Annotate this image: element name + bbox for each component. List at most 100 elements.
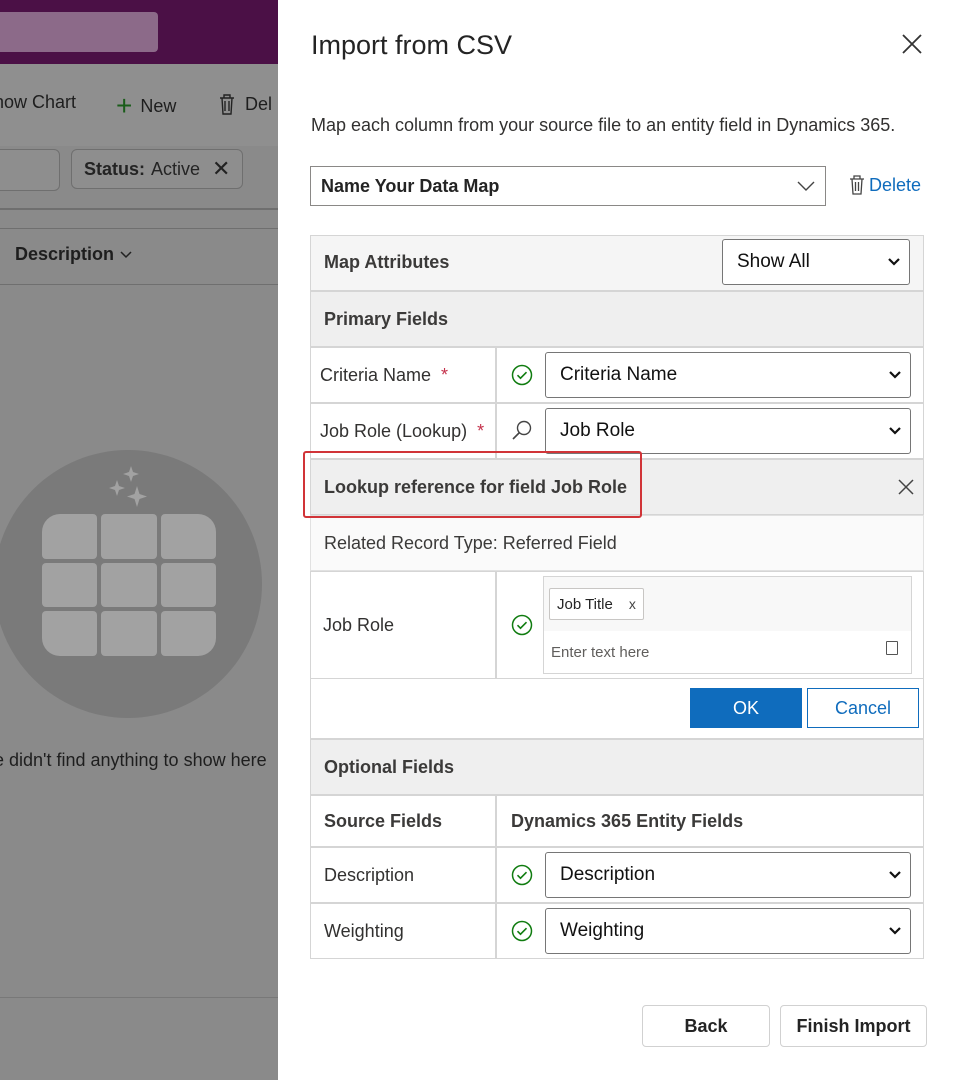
delete-toolbar-button: Del	[217, 92, 272, 116]
entity-fields-column: Dynamics 365 Entity Fields	[496, 795, 924, 847]
table-row: Weighting Weighting	[310, 903, 924, 959]
optional-fields-header: Optional Fields	[310, 739, 924, 795]
column-header-label: Description	[15, 244, 115, 264]
selected-tags-area: Job Title x	[544, 577, 911, 631]
panel-title: Import from CSV	[311, 30, 513, 60]
empty-state-text: e didn't find anything to show here	[0, 750, 267, 770]
target-field-select[interactable]: Description	[545, 852, 911, 898]
delete-toolbar-label: Del	[245, 93, 273, 114]
close-icon[interactable]	[897, 478, 915, 496]
entity-fields-label: Dynamics 365 Entity Fields	[511, 810, 744, 831]
status-filter-label: Status:	[84, 158, 146, 179]
lookup-reference-header: Lookup reference for field Job Role	[310, 459, 924, 515]
source-field-label: Description	[324, 864, 415, 885]
check-circle-icon	[511, 364, 533, 386]
grid-icon	[42, 514, 216, 656]
target-field-value: Criteria Name	[560, 364, 678, 385]
chevron-down-icon	[888, 258, 900, 266]
divider	[0, 997, 278, 998]
description-column-header: Description	[15, 244, 132, 265]
close-icon[interactable]	[898, 30, 926, 58]
required-marker: *	[477, 420, 485, 441]
sparkle-icon	[109, 466, 147, 507]
divider	[0, 228, 278, 229]
source-field-label: Criteria Name	[320, 364, 432, 385]
finish-import-button[interactable]: Finish Import	[780, 1005, 927, 1047]
lookup-field-label: Job Role	[323, 614, 395, 635]
divider	[0, 208, 278, 210]
chevron-down-icon	[889, 371, 901, 379]
source-field-cell: Job Role (Lookup) *	[310, 403, 496, 459]
app-header	[0, 0, 278, 64]
target-field-cell: Description	[496, 847, 924, 903]
data-map-select[interactable]: Name Your Data Map	[310, 166, 826, 206]
map-attributes-label: Map Attributes	[324, 252, 450, 272]
background-app: how Chart + New Del Status: Active ✕ Des…	[0, 0, 278, 1080]
lookup-title: Lookup reference for field Job Role	[324, 476, 628, 497]
ok-button[interactable]: OK	[690, 688, 802, 728]
chevron-down-icon	[889, 927, 901, 935]
import-csv-panel: Import from CSV Map each column from you…	[278, 0, 960, 1080]
table-row: Criteria Name * Criteria Name	[310, 347, 924, 403]
related-record-type: Related Record Type: Referred Field	[310, 515, 924, 571]
lookup-tag-picker: Job Title x	[543, 576, 912, 674]
trash-icon	[220, 94, 234, 115]
target-field-select[interactable]: Weighting	[545, 908, 911, 954]
tag-remove-button[interactable]: x	[629, 596, 636, 612]
chevron-down-icon	[797, 181, 815, 191]
source-fields-column: Source Fields	[310, 795, 496, 847]
divider	[0, 284, 278, 285]
lookup-text-input[interactable]	[545, 633, 870, 671]
global-search-box	[0, 12, 158, 52]
source-field-cell: Criteria Name *	[310, 347, 496, 403]
status-filter-chip: Status: Active ✕	[71, 149, 243, 189]
trash-icon	[850, 175, 864, 195]
plus-icon: +	[116, 90, 133, 121]
target-field-select[interactable]: Criteria Name	[545, 352, 911, 398]
check-circle-icon	[511, 864, 533, 886]
target-field-value: Description	[560, 864, 656, 885]
lookup-value-cell: Job Title x	[496, 571, 924, 679]
primary-fields-header: Primary Fields	[310, 291, 924, 347]
source-field-cell: Weighting	[310, 903, 496, 959]
show-chart-button: how Chart	[0, 92, 76, 113]
check-circle-icon	[511, 920, 533, 942]
source-fields-label: Source Fields	[324, 810, 443, 831]
show-filter-select[interactable]: Show All	[722, 239, 910, 285]
optional-columns-header: Source Fields Dynamics 365 Entity Fields	[310, 795, 924, 847]
target-field-value: Job Role	[560, 420, 635, 441]
new-label: New	[140, 95, 177, 116]
delete-data-map-button[interactable]: Delete	[848, 174, 921, 196]
show-chart-label: how Chart	[0, 92, 77, 112]
required-marker: *	[441, 364, 449, 385]
status-filter-value: Active	[151, 158, 201, 179]
selected-tag: Job Title x	[549, 588, 644, 620]
new-button: + New	[116, 92, 176, 120]
panel-subtitle: Map each column from your source file to…	[311, 115, 896, 135]
data-map-value: Name Your Data Map	[321, 175, 500, 196]
target-field-value: Weighting	[560, 920, 645, 941]
show-filter-value: Show All	[737, 251, 810, 272]
tag-label: Job Title	[557, 595, 613, 613]
target-field-cell: Job Role	[496, 403, 924, 459]
target-field-select[interactable]: Job Role	[545, 408, 911, 454]
source-field-cell: Description	[310, 847, 496, 903]
target-field-cell: Weighting	[496, 903, 924, 959]
chevron-down-icon	[889, 427, 901, 435]
box-icon[interactable]	[886, 641, 898, 655]
lookup-field-cell: Job Role	[310, 571, 496, 679]
table-row: Description Description	[310, 847, 924, 903]
check-circle-icon	[511, 614, 533, 636]
chevron-down-icon	[889, 871, 901, 879]
target-field-cell: Criteria Name	[496, 347, 924, 403]
cancel-button[interactable]: Cancel	[807, 688, 919, 728]
lookup-field-row: Job Role Job Title x	[310, 571, 924, 679]
filter-keyword-box	[0, 149, 60, 191]
chevron-down-icon	[120, 250, 132, 258]
delete-label: Delete	[869, 174, 922, 195]
source-field-label: Weighting	[324, 920, 404, 941]
back-button[interactable]: Back	[642, 1005, 770, 1047]
map-attributes-header: Map Attributes Show All	[310, 235, 924, 291]
table-row: Job Role (Lookup) * Job Role	[310, 403, 924, 459]
search-icon[interactable]	[511, 419, 533, 441]
